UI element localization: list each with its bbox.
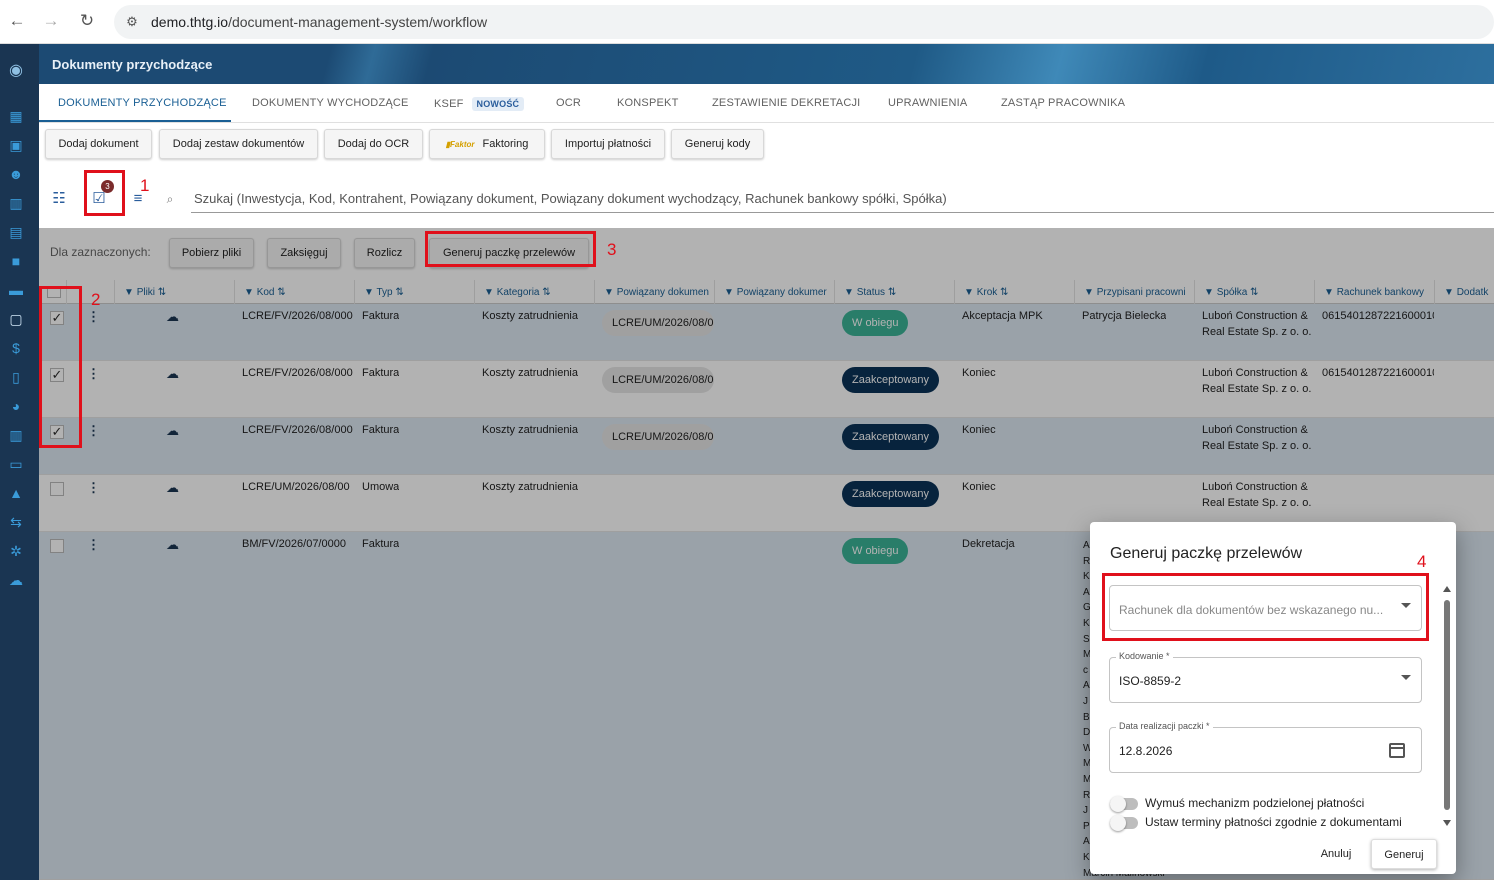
reload-icon[interactable]: ↻ bbox=[76, 10, 98, 32]
dialog-title: Generuj paczkę przelewów bbox=[1110, 545, 1303, 562]
generate-button[interactable]: Generuj bbox=[1371, 839, 1437, 869]
annotation-box-2 bbox=[39, 286, 82, 448]
building-icon[interactable]: ▥ bbox=[7, 194, 25, 212]
people-icon[interactable]: ☻ bbox=[7, 165, 25, 183]
logo-icon[interactable]: ◉ bbox=[7, 62, 25, 80]
search-icon: ⌕ bbox=[166, 192, 174, 206]
calendar-icon[interactable]: ▣ bbox=[7, 136, 25, 154]
card-icon[interactable]: ▭ bbox=[7, 455, 25, 473]
add-to-ocr-button[interactable]: Dodaj do OCR bbox=[324, 129, 423, 159]
annotation-box-1 bbox=[84, 170, 125, 216]
tab-permissions[interactable]: UPRAWNIENIA bbox=[888, 97, 967, 109]
tab-ksef[interactable]: KSEF NOWOŚĆ bbox=[434, 97, 525, 111]
payment-terms-toggle[interactable] bbox=[1110, 815, 1138, 831]
warning-icon[interactable]: ▲ bbox=[7, 484, 25, 502]
dollar-icon[interactable]: $ bbox=[7, 339, 25, 357]
scroll-down-arrow-icon[interactable] bbox=[1443, 820, 1451, 826]
tab-replace-employee[interactable]: ZASTĄP PRACOWNIKA bbox=[1001, 97, 1125, 109]
annotation-box-3 bbox=[425, 231, 596, 267]
faktor-logo: ▮Faktor bbox=[445, 140, 475, 149]
tab-incoming[interactable]: DOKUMENTY PRZYCHODZĄCE bbox=[58, 97, 227, 109]
annotation-number-2: 2 bbox=[91, 290, 101, 309]
pie-chart-icon[interactable]: ◕ bbox=[7, 397, 25, 415]
annotation-number-4: 4 bbox=[1417, 552, 1427, 571]
add-document-set-button[interactable]: Dodaj zestaw dokumentów bbox=[159, 129, 318, 159]
factoring-label: Faktoring bbox=[482, 138, 529, 150]
date-field[interactable]: Data realizacji paczki * 12.8.2026 bbox=[1109, 721, 1422, 773]
folder-icon[interactable]: ▬ bbox=[7, 281, 25, 299]
tab-konspekt[interactable]: KONSPEKT bbox=[617, 97, 679, 109]
chevron-down-icon bbox=[1401, 603, 1411, 608]
generate-transfers-dialog: Generuj paczkę przelewów 4 Rachunek dla … bbox=[1090, 522, 1456, 874]
document-icon[interactable]: ▯ bbox=[7, 368, 25, 386]
payment-terms-label: Ustaw terminy płatności zgodnie z dokume… bbox=[1145, 815, 1402, 829]
active-tab-indicator bbox=[39, 120, 231, 122]
cloud-icon[interactable]: ☁ bbox=[7, 571, 25, 589]
encoding-value: ISO-8859-2 bbox=[1119, 674, 1182, 688]
browser-toolbar: ← → ↻ ⚙ demo.thtg.io/document-management… bbox=[0, 0, 1494, 44]
filter-settings-icon[interactable]: ☷ bbox=[49, 189, 69, 209]
gear-icon[interactable]: ✲ bbox=[7, 542, 25, 560]
inbox-icon[interactable]: ▢ bbox=[7, 310, 25, 328]
page-title: Dokumenty przychodzące bbox=[52, 57, 213, 72]
chevron-down-icon bbox=[1401, 675, 1411, 680]
bar-chart-icon[interactable]: ▥ bbox=[7, 426, 25, 444]
tab-decree-summary[interactable]: ZESTAWIENIE DEKRETACJI bbox=[712, 97, 860, 109]
date-value: 12.8.2026 bbox=[1119, 744, 1173, 758]
tab-bar: DOKUMENTY PRZYCHODZĄCE DOKUMENTY WYCHODZ… bbox=[39, 84, 1494, 123]
url-text: demo.thtg.io/document-management-system/… bbox=[151, 14, 488, 30]
site-settings-icon[interactable]: ⚙ bbox=[122, 12, 142, 32]
cancel-button[interactable]: Anuluj bbox=[1312, 839, 1360, 869]
generate-codes-button[interactable]: Generuj kody bbox=[671, 129, 764, 159]
annotation-number-3: 3 bbox=[607, 240, 617, 259]
date-label: Data realizacji paczki * bbox=[1116, 721, 1213, 731]
split-payment-toggle[interactable] bbox=[1110, 796, 1138, 812]
search-row: ☷ ☑ 3 ≡ ⌕ Szukaj (Inwestycja, Kod, Kontr… bbox=[39, 165, 1494, 228]
store-icon[interactable]: ▤ bbox=[7, 223, 25, 241]
scroll-up-arrow-icon[interactable] bbox=[1443, 586, 1451, 592]
page-header: Dokumenty przychodzące bbox=[39, 44, 1494, 84]
tab-ksef-label: KSEF bbox=[434, 98, 464, 110]
bank-account-placeholder: Rachunek dla dokumentów bez wskazanego n… bbox=[1119, 603, 1384, 617]
dashboard-icon[interactable]: ▦ bbox=[7, 107, 25, 125]
factoring-button[interactable]: ▮Faktor Faktoring bbox=[429, 129, 545, 159]
search-input[interactable]: Szukaj (Inwestycja, Kod, Kontrahent, Pow… bbox=[194, 191, 947, 206]
split-payment-label: Wymuś mechanizm podzielonej płatności bbox=[1145, 796, 1365, 810]
encoding-select[interactable]: Kodowanie * ISO-8859-2 bbox=[1109, 651, 1422, 703]
encoding-label: Kodowanie * bbox=[1116, 651, 1173, 661]
bank-account-select[interactable]: Rachunek dla dokumentów bez wskazanego n… bbox=[1109, 585, 1422, 631]
action-toolbar: Dodaj dokument Dodaj zestaw dokumentów D… bbox=[39, 123, 1494, 165]
new-badge: NOWOŚĆ bbox=[471, 97, 525, 111]
back-arrow-icon[interactable]: ← bbox=[6, 10, 28, 32]
add-document-button[interactable]: Dodaj dokument bbox=[45, 129, 152, 159]
transfer-icon[interactable]: ⇆ bbox=[7, 513, 25, 531]
calendar-icon[interactable] bbox=[1389, 743, 1405, 758]
annotation-number-1: 1 bbox=[140, 176, 150, 195]
tab-outgoing[interactable]: DOKUMENTY WYCHODZĄCE bbox=[252, 97, 409, 109]
forward-arrow-icon[interactable]: → bbox=[40, 10, 62, 32]
import-payments-button[interactable]: Importuj płatności bbox=[551, 129, 665, 159]
briefcase-icon[interactable]: ■ bbox=[7, 252, 25, 270]
app-sidebar: ◉ ▦ ▣ ☻ ▥ ▤ ■ ▬ ▢ $ ▯ ◕ ▥ ▭ ▲ ⇆ ✲ ☁ bbox=[0, 44, 39, 880]
search-underline bbox=[191, 212, 1494, 213]
dialog-scrollbar[interactable] bbox=[1444, 600, 1450, 810]
tab-ocr[interactable]: OCR bbox=[556, 97, 581, 109]
address-bar[interactable]: ⚙ demo.thtg.io/document-management-syste… bbox=[114, 5, 1494, 39]
